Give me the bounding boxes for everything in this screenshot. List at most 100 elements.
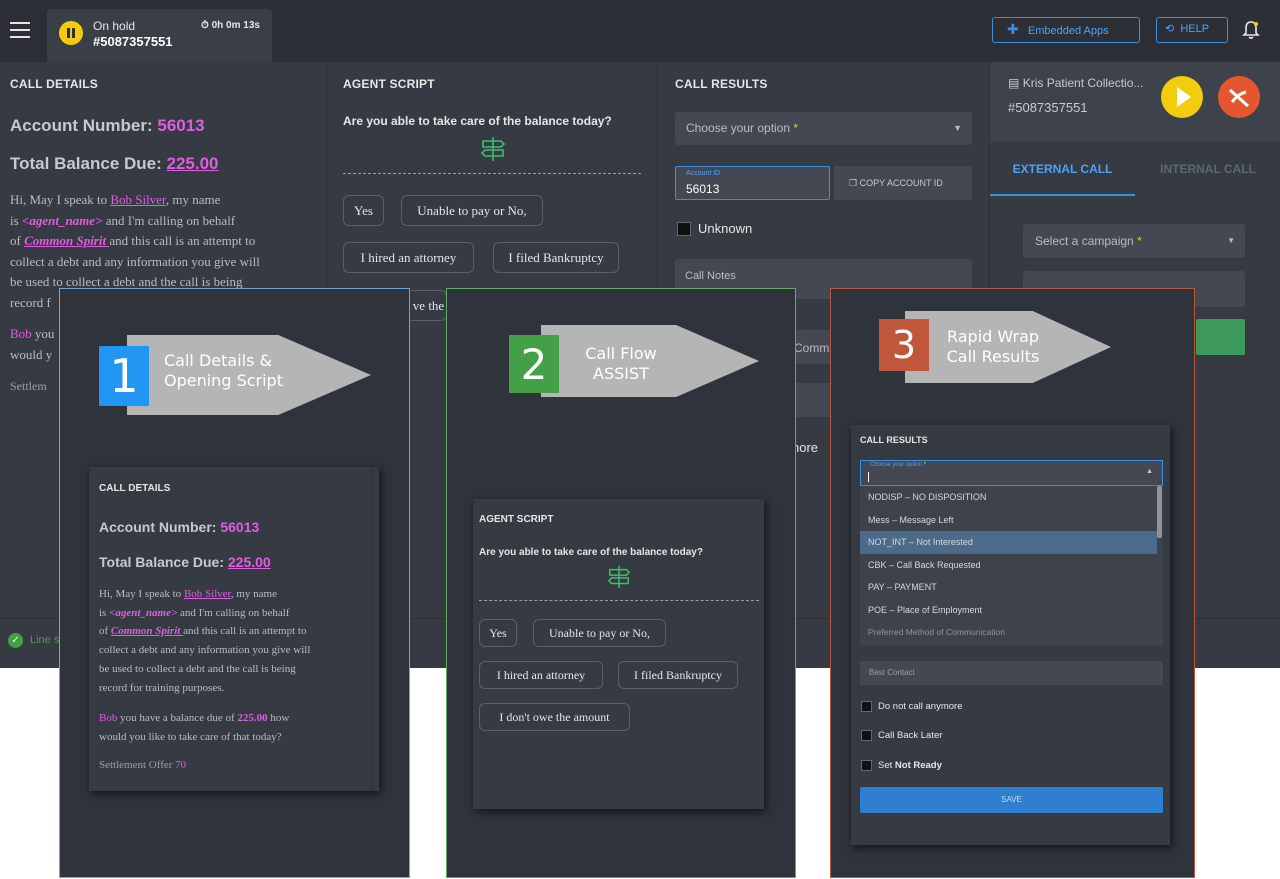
script-text: collect a debt and any information you g… <box>10 253 260 269</box>
dont-owe-button[interactable]: I don't owe the amount <box>479 703 630 731</box>
puzzle-icon: ✚ <box>1007 21 1019 37</box>
yes-button[interactable]: Yes <box>343 195 384 226</box>
callout-panel-1: 1 Call Details & Opening Script CALL DETA… <box>59 288 410 878</box>
menu-icon[interactable] <box>10 22 30 38</box>
settlement-label: Settlement Offer <box>99 759 176 771</box>
script-text: and this call is an attempt to <box>109 233 256 248</box>
option-mess[interactable]: Mess – Message Left <box>860 509 1163 532</box>
balance-value: 225.00 <box>166 154 219 173</box>
callout-number: 2 <box>509 335 559 393</box>
script-text: , my name <box>230 588 277 600</box>
filed-bankruptcy-button[interactable]: I filed Bankruptcy <box>493 242 619 273</box>
call-hold-tab[interactable]: On hold #5087357551 ⏱ 0h 0m 13s <box>47 9 272 62</box>
signpost-icon <box>607 565 631 589</box>
campaign-select[interactable]: Select a campaign * ▼ <box>1023 224 1245 258</box>
help-label: HELP <box>1180 23 1210 35</box>
settlement-value: 70 <box>175 759 187 771</box>
callout-line: Opening Script <box>164 371 283 390</box>
disposition-select-open[interactable]: Choose your option * ▲ <box>860 460 1163 486</box>
top-bar: On hold #5087357551 ⏱ 0h 0m 13s ✚ Embedd… <box>0 0 1280 62</box>
hired-attorney-button[interactable]: I hired an attorney <box>343 242 474 273</box>
disposition-select[interactable]: Choose your option * ▼ <box>675 112 972 145</box>
pause-icon[interactable] <box>59 21 83 45</box>
card-heading: CALL DETAILS <box>99 483 171 494</box>
tab-internal-call[interactable]: INTERNAL CALL <box>1135 142 1280 196</box>
script-text: is <box>10 212 22 228</box>
account-id-value: 56013 <box>686 182 720 196</box>
card-question: Are you able to take care of the balance… <box>479 547 703 558</box>
debtor-name-link[interactable]: Bob Silver <box>184 588 231 600</box>
help-button[interactable]: ⟲ HELP <box>1156 17 1228 43</box>
required-mark: * <box>1137 234 1142 248</box>
not-ready-checkbox[interactable] <box>861 760 872 771</box>
option-cbk[interactable]: CBK – Call Back Requested <box>860 554 1163 577</box>
option-nodisp[interactable]: NODISP – NO DISPOSITION <box>860 486 1163 509</box>
callout-line: Rapid Wrap <box>946 327 1040 346</box>
balance-amount: 225.00 <box>237 712 268 724</box>
bell-icon[interactable] <box>1242 20 1260 40</box>
chevron-down-icon: ▼ <box>1227 236 1235 245</box>
dnc-checkbox[interactable] <box>861 701 872 712</box>
copy-icon: ❐ <box>849 178 858 188</box>
unable-to-pay-button[interactable]: Unable to pay or No, <box>401 195 543 226</box>
set-text: Set <box>878 760 895 771</box>
hired-attorney-button[interactable]: I hired an attorney <box>479 661 603 689</box>
script-text: of <box>10 233 25 248</box>
divider <box>343 173 641 174</box>
script-text: and this call is an attempt to <box>183 625 307 638</box>
hangup-button[interactable] <box>1218 76 1260 118</box>
call-details-card: CALL DETAILS Account Number: 56013 Total… <box>89 467 379 791</box>
option-pay[interactable]: PAY – PAYMENT <box>860 576 1163 599</box>
dont-owe-button[interactable]: ve the <box>411 290 447 321</box>
script-text: be used to collect a debt and the call i… <box>99 662 296 675</box>
chevron-down-icon: ▼ <box>953 123 962 133</box>
unknown-label: Unknown <box>698 221 753 236</box>
total-balance: Total Balance Due: 225.00 <box>10 154 219 174</box>
text-cursor <box>868 472 869 482</box>
agent-name-var: <agent_name> <box>21 212 103 228</box>
debtor-name-link[interactable]: Bob Silver <box>110 192 165 207</box>
account-id-field[interactable]: Account ID 56013 <box>675 166 830 200</box>
option-not-int[interactable]: NOT_INT – Not Interested <box>860 531 1157 554</box>
disposition-label: Choose your option * <box>870 462 926 468</box>
divider <box>479 600 759 601</box>
balance-label: Total Balance Due: <box>10 154 162 173</box>
option-poe[interactable]: POE – Place of Employment <box>860 599 1163 622</box>
disposition-options: NODISP – NO DISPOSITION Mess – Message L… <box>860 486 1163 646</box>
dnc-label: Do not call anymore <box>878 701 963 712</box>
tab-external-call[interactable]: EXTERNAL CALL <box>990 142 1135 196</box>
hold-status: On hold <box>93 19 136 33</box>
company-link[interactable]: Common Spirit <box>111 625 183 637</box>
callout-line: Call Details & <box>164 351 272 370</box>
call-details-heading: CALL DETAILS <box>10 77 98 91</box>
filed-bankruptcy-button[interactable]: I filed Bankruptcy <box>618 661 738 689</box>
callout-title: Call Details & Opening Script <box>164 351 283 391</box>
callout-line: ASSIST <box>593 364 649 383</box>
best-contact-field[interactable]: Best Contact <box>860 661 1163 685</box>
script-text: record f <box>10 294 51 310</box>
yes-button[interactable]: Yes <box>479 619 517 647</box>
account-number: Account Number: 56013 <box>10 116 205 136</box>
call-timer: ⏱ 0h 0m 13s <box>201 20 260 31</box>
unable-to-pay-button[interactable]: Unable to pay or No, <box>533 619 666 647</box>
campaign-label: Kris Patient Collectio... <box>1022 76 1144 90</box>
document-icon: ▤ <box>1008 76 1020 90</box>
play-icon <box>1177 87 1191 107</box>
scrollbar-thumb[interactable] <box>1157 486 1162 538</box>
embedded-apps-button[interactable]: ✚ Embedded Apps <box>992 17 1140 43</box>
not-ready-text: Not Ready <box>894 760 942 771</box>
dial-button[interactable] <box>1196 319 1245 355</box>
callback-checkbox[interactable] <box>861 730 872 741</box>
company-link[interactable]: Common Spirit <box>24 233 109 248</box>
save-button[interactable]: SAVE <box>860 787 1163 813</box>
card-account-number: Account Number: 56013 <box>99 519 259 535</box>
debtor-first-name: Bob <box>99 712 118 724</box>
agent-name-var: <agent_name> <box>109 606 178 619</box>
script-text: how <box>267 712 290 724</box>
debtor-first-name: Bob <box>10 326 32 341</box>
option-preferred-method[interactable]: Preferred Method of Communication <box>860 621 1163 644</box>
unknown-checkbox[interactable] <box>677 222 691 236</box>
resume-button[interactable] <box>1161 76 1203 118</box>
copy-account-id-button[interactable]: ❐ COPY ACCOUNT ID <box>834 166 972 200</box>
agent-script-heading: AGENT SCRIPT <box>343 77 435 91</box>
